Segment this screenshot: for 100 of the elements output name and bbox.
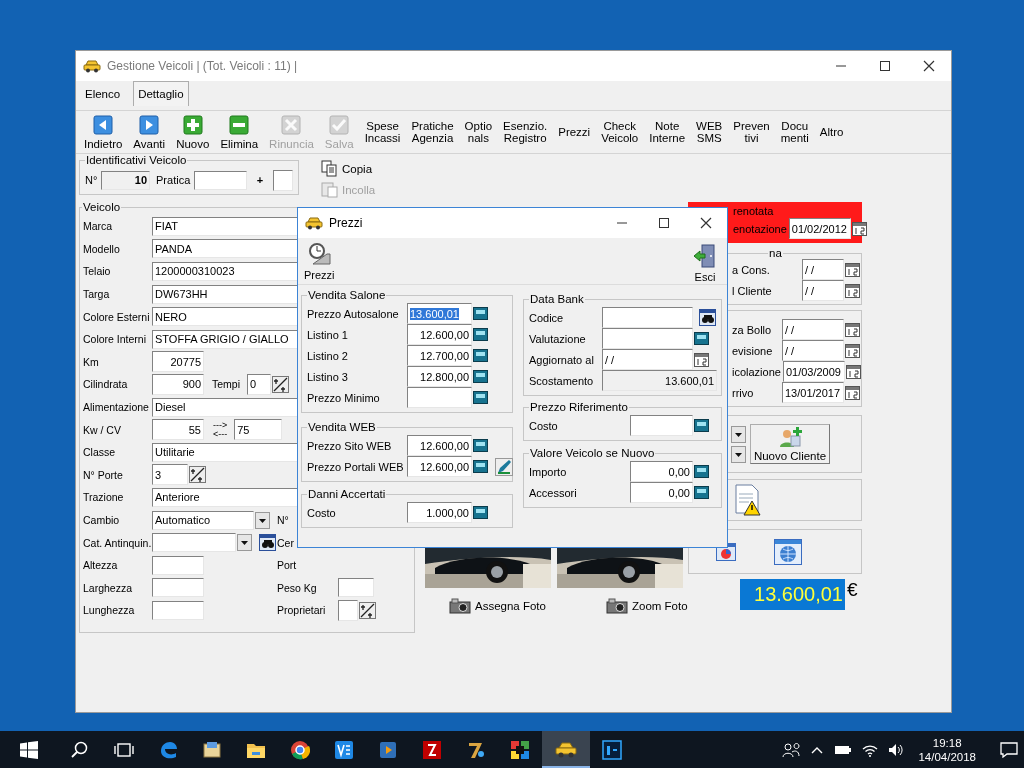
calendar-icon[interactable]	[851, 221, 867, 236]
text-field[interactable]: 20775	[152, 351, 204, 373]
close-icon[interactable]	[923, 60, 935, 72]
text-field[interactable]	[407, 387, 472, 408]
toolbar-button[interactable]: Elimina	[216, 114, 263, 150]
calculator-icon[interactable]	[473, 460, 488, 473]
text-field[interactable]: 55	[152, 419, 204, 441]
toolbar-button[interactable]: Altro	[815, 126, 848, 138]
toolbar-button[interactable]: Indietro	[80, 114, 127, 150]
calculator-icon[interactable]	[473, 370, 488, 383]
photo-button[interactable]: Zoom Foto	[605, 597, 688, 614]
copy-button[interactable]: Copia	[321, 160, 376, 177]
text-field[interactable]: 12.600,00	[407, 324, 472, 345]
calculator-icon[interactable]	[473, 439, 488, 452]
text-field[interactable]	[630, 415, 693, 436]
spinner-icon[interactable]	[359, 601, 376, 619]
binoculars-icon[interactable]	[699, 309, 716, 326]
calendar-icon[interactable]	[845, 343, 860, 358]
text-field[interactable]: 13.600,01	[602, 370, 717, 391]
text-field[interactable]: 3	[152, 464, 188, 486]
dropdown-field[interactable]: Automatico	[152, 510, 254, 530]
text-field[interactable]: 13.600,01	[407, 303, 472, 324]
text-field[interactable]: 0	[247, 373, 271, 395]
tab[interactable]: Elenco	[80, 81, 126, 106]
number-field[interactable]: 10	[101, 170, 150, 190]
date-field[interactable]: / /	[782, 340, 844, 361]
text-field[interactable]	[152, 555, 204, 575]
calculator-icon[interactable]	[473, 328, 488, 341]
speaker-icon[interactable]	[888, 742, 905, 757]
notification-icon[interactable]	[1000, 741, 1018, 758]
edit-icon[interactable]	[495, 457, 513, 476]
text-field[interactable]	[602, 328, 693, 349]
text-field[interactable]: 75	[234, 419, 283, 441]
text-field[interactable]: 12.600,00	[407, 435, 472, 456]
text-field[interactable]: 12.700,00	[407, 345, 472, 366]
text-field[interactable]: 0,00	[630, 461, 693, 482]
document-warning-icon[interactable]	[735, 484, 761, 516]
toolbar-button[interactable]: Avanti	[129, 114, 170, 150]
date-field[interactable]: / /	[602, 349, 693, 370]
text-field[interactable]	[152, 578, 204, 598]
exit-button[interactable]: Esci	[693, 244, 717, 283]
people-icon[interactable]	[782, 741, 801, 758]
calculator-icon[interactable]	[473, 349, 488, 362]
calculator-icon[interactable]	[694, 465, 709, 478]
prices-button[interactable]: Prezzi	[304, 242, 335, 281]
suffix-field[interactable]	[273, 169, 293, 191]
date-field[interactable]: 01/02/2012	[788, 218, 851, 239]
calendar-icon[interactable]	[845, 283, 860, 298]
maximize-icon[interactable]	[879, 60, 891, 72]
text-field[interactable]	[338, 578, 374, 598]
battery-icon[interactable]	[834, 743, 853, 756]
maximize-icon[interactable]	[658, 217, 670, 229]
text-field[interactable]	[338, 599, 358, 621]
toolbar-button[interactable]: Nuovo	[172, 114, 214, 150]
dropdown-button[interactable]	[731, 445, 746, 463]
file-field[interactable]	[194, 170, 247, 190]
date-field[interactable]: 01/03/2009	[782, 361, 845, 382]
clock[interactable]: 19:18 14/04/2018	[918, 735, 976, 764]
calendar-icon[interactable]	[845, 262, 860, 277]
spinner-icon[interactable]	[272, 375, 289, 393]
text-field[interactable]: 12.600,00	[407, 456, 472, 477]
dropdown-button[interactable]	[731, 425, 746, 443]
date-field[interactable]: / /	[782, 319, 844, 340]
binoculars-icon[interactable]	[259, 534, 276, 552]
calculator-icon[interactable]	[694, 419, 709, 432]
text-field[interactable]	[602, 307, 693, 328]
toolbar-button[interactable]: Spese Incassi	[360, 120, 405, 144]
calculator-icon[interactable]	[694, 486, 709, 499]
taskbar-app-button[interactable]	[542, 731, 590, 768]
toolbar-button[interactable]: Prezzi	[554, 126, 595, 138]
toolbar-button[interactable]: Pratiche Agenzia	[407, 120, 458, 144]
toolbar-button[interactable]: Esenzio. Registro	[499, 120, 552, 144]
toolbar-button[interactable]: Check Veicolo	[597, 120, 643, 144]
calculator-icon[interactable]	[473, 391, 488, 404]
text-field[interactable]: 900	[152, 373, 204, 395]
toolbar-button[interactable]: Optio nals	[460, 120, 497, 144]
text-field[interactable]: 1.000,00	[407, 502, 472, 523]
text-field[interactable]	[152, 600, 204, 620]
date-field[interactable]: 13/01/2017	[782, 382, 844, 403]
calculator-icon[interactable]	[694, 332, 709, 345]
date-field[interactable]: / /	[802, 280, 844, 301]
photo-button[interactable]: Assegna Foto	[449, 597, 546, 614]
tab[interactable]: Dettaglio	[133, 81, 189, 106]
toolbar-button[interactable]: Note Interne	[645, 120, 690, 144]
toolbar-button[interactable]: WEB SMS	[692, 120, 727, 144]
text-field[interactable]: 0,00	[630, 482, 693, 503]
globe-window-icon[interactable]	[774, 538, 802, 565]
date-field[interactable]: / /	[802, 259, 844, 280]
toolbar-button[interactable]: Docu menti	[776, 120, 813, 144]
calculator-icon[interactable]	[473, 506, 488, 519]
calculator-icon[interactable]	[473, 307, 488, 320]
calendar-icon[interactable]	[845, 364, 861, 379]
dropdown-field[interactable]	[152, 533, 237, 553]
new-customer-button[interactable]: Nuovo Cliente	[750, 424, 830, 464]
text-field[interactable]: 12.800,00	[407, 366, 472, 387]
close-icon[interactable]	[700, 217, 712, 229]
spinner-icon[interactable]	[189, 466, 206, 484]
toolbar-button[interactable]: Preven tivi	[729, 120, 774, 144]
calendar-icon[interactable]	[845, 322, 860, 337]
calendar-icon[interactable]	[845, 385, 860, 400]
